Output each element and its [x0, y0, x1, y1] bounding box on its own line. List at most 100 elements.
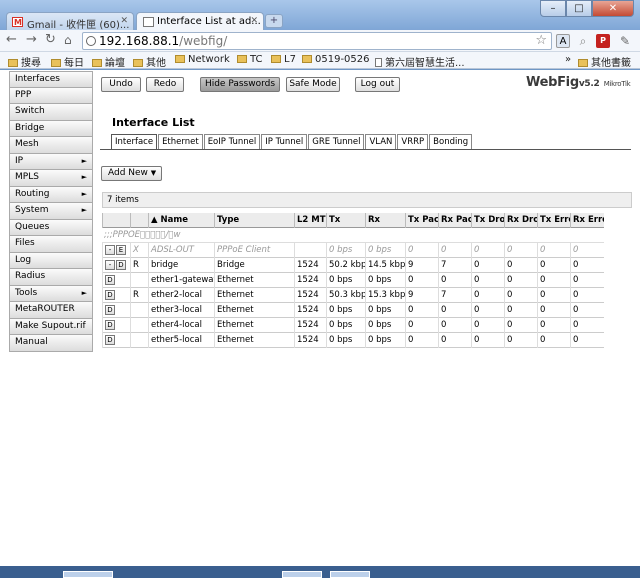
sidebar-item-files[interactable]: Files: [9, 236, 93, 253]
sidebar-item-mpls[interactable]: MPLS ►: [9, 170, 93, 187]
column-header-rx-drops-col[interactable]: Rx Dro: [504, 213, 537, 228]
address-bar[interactable]: 192.168.88.1/webfig/ ☆: [82, 32, 552, 50]
disable-button[interactable]: D: [105, 320, 115, 330]
tab-interface[interactable]: Interface: [111, 134, 158, 149]
forward-arrow-icon[interactable]: →: [26, 33, 37, 47]
arrow-right-icon: ►: [81, 206, 87, 214]
cell-name[interactable]: ether1-gateway: [148, 273, 214, 288]
sidebar-item-system[interactable]: System ►: [9, 203, 93, 220]
taskbar-item[interactable]: [63, 571, 113, 578]
column-header-tx-col[interactable]: Tx: [326, 213, 365, 228]
table-row[interactable]: Dether1-gateway Ethernet 1524 0 bps 0 bps 0 0 0…: [102, 273, 604, 288]
column-header-tx-drops-col[interactable]: Tx Dro: [471, 213, 504, 228]
disable-button[interactable]: D: [105, 275, 115, 285]
back-arrow-icon[interactable]: ←: [6, 33, 17, 47]
sidebar-item-manual[interactable]: Manual: [9, 335, 93, 352]
table-row[interactable]: - D Rbridge Bridge 1524 50.2 kbp 14.5 kbp 9 7 0 0 0…: [102, 258, 604, 273]
add-new-button[interactable]: Add New ▼: [101, 166, 162, 181]
tab-bonding[interactable]: Bonding: [429, 134, 473, 149]
sidebar-item-radius[interactable]: Radius: [9, 269, 93, 286]
new-tab-button[interactable]: +: [265, 14, 283, 28]
column-header-tx-packets-col[interactable]: Tx Pac: [405, 213, 438, 228]
redo-button[interactable]: Redo: [146, 77, 184, 92]
sidebar-item-bridge[interactable]: Bridge: [9, 120, 93, 137]
table-row[interactable]: Dether3-local Ethernet 1524 0 bps 0 bps 0 0 0 0 0…: [102, 303, 604, 318]
taskbar-item[interactable]: [330, 571, 370, 578]
disable-button[interactable]: D: [116, 260, 126, 270]
tab-eoip-tunnel[interactable]: EoIP Tunnel: [203, 134, 261, 149]
tab-ip-tunnel[interactable]: IP Tunnel: [261, 134, 308, 149]
sidebar-item-queues[interactable]: Queues: [9, 219, 93, 236]
column-header-btn-col[interactable]: [102, 213, 130, 228]
bookmark-folder[interactable]: 每日: [51, 54, 84, 69]
hide-passwords-button[interactable]: Hide Passwords: [200, 77, 280, 92]
column-header-rx-packets-col[interactable]: Rx Pac: [438, 213, 471, 228]
tab-gre-tunnel[interactable]: GRE Tunnel: [308, 134, 365, 149]
bookmarks-overflow[interactable]: »: [565, 54, 571, 65]
sidebar-item-metarouter[interactable]: MetaROUTER: [9, 302, 93, 319]
pdf-icon[interactable]: P: [596, 34, 610, 48]
column-header-rx-errors-col[interactable]: Rx Erro: [570, 213, 604, 228]
column-header-flag-col[interactable]: [130, 213, 148, 228]
bookmark-folder[interactable]: 論壇: [92, 54, 125, 69]
disable-button[interactable]: D: [105, 290, 115, 300]
bookmark-folder[interactable]: TC: [237, 54, 263, 65]
remove-button[interactable]: -: [105, 260, 115, 270]
bookmark-folder[interactable]: Network: [175, 54, 230, 65]
column-header-name-col[interactable]: ▲ Name: [148, 213, 214, 228]
tab-gmail[interactable]: M Gmail - 收件匣 (60)... ✕: [6, 12, 134, 31]
maximize-button[interactable]: □: [566, 0, 592, 17]
tab-interface-list[interactable]: Interface List at ad... ✕: [136, 12, 264, 31]
column-header-mtu-col[interactable]: L2 MTU: [294, 213, 326, 228]
remove-button[interactable]: -: [105, 245, 115, 255]
table-row[interactable]: Dether5-local Ethernet 1524 0 bps 0 bps 0 0 0 0 0…: [102, 333, 604, 348]
cell-name[interactable]: ether3-local: [148, 303, 214, 318]
table-row[interactable]: Dether4-local Ethernet 1524 0 bps 0 bps 0 0 0 0 0…: [102, 318, 604, 333]
close-icon[interactable]: ✕: [120, 16, 128, 26]
table-row[interactable]: D Rether2-local Ethernet 1524 50.3 kbp 15.3 k…: [102, 288, 604, 303]
sidebar-item-tools[interactable]: Tools ►: [9, 285, 93, 302]
column-header-tx-errors-col[interactable]: Tx Erro: [537, 213, 570, 228]
column-header-type-col[interactable]: Type: [214, 213, 294, 228]
tab-ethernet[interactable]: Ethernet: [158, 134, 203, 149]
reload-icon[interactable]: ↻: [45, 33, 56, 47]
undo-button[interactable]: Undo: [101, 77, 141, 92]
bookmark-folder[interactable]: 搜尋: [8, 54, 41, 69]
bookmark-folder[interactable]: 其他: [133, 54, 166, 69]
bookmark-folder[interactable]: 0519-0526: [302, 54, 370, 65]
cell-name[interactable]: ether5-local: [148, 333, 214, 348]
sidebar-item-routing[interactable]: Routing ►: [9, 186, 93, 203]
close-icon[interactable]: ✕: [250, 16, 258, 26]
tab-vlan[interactable]: VLAN: [365, 134, 397, 149]
cell-name[interactable]: ADSL-OUT: [148, 243, 214, 258]
cell-name[interactable]: ether4-local: [148, 318, 214, 333]
other-bookmarks[interactable]: 其他書籤: [578, 54, 631, 69]
window-close-button[interactable]: ✕: [592, 0, 634, 17]
sidebar-item-switch[interactable]: Switch: [9, 104, 93, 121]
cell-name[interactable]: ether2-local: [148, 288, 214, 303]
minimize-button[interactable]: –: [540, 0, 566, 17]
sidebar-item-log[interactable]: Log: [9, 252, 93, 269]
bookmark-page[interactable]: 第六屆智慧生活...: [375, 54, 465, 69]
enable-button[interactable]: E: [116, 245, 126, 255]
disable-button[interactable]: D: [105, 335, 115, 345]
logout-button[interactable]: Log out: [355, 77, 400, 92]
safe-mode-button[interactable]: Safe Mode: [286, 77, 340, 92]
column-header-rx-col[interactable]: Rx: [365, 213, 405, 228]
tab-vrrp[interactable]: VRRP: [397, 134, 429, 149]
sidebar-item-mesh[interactable]: Mesh: [9, 137, 93, 154]
sidebar-item-ppp[interactable]: PPP: [9, 87, 93, 104]
sidebar-item-make-supout[interactable]: Make Supout.rif: [9, 318, 93, 335]
translate-icon[interactable]: A: [556, 34, 570, 48]
search-icon[interactable]: ⌕: [576, 34, 590, 48]
star-icon[interactable]: ☆: [535, 33, 547, 49]
cell-name[interactable]: bridge: [148, 258, 214, 273]
bookmark-folder[interactable]: L7: [271, 54, 296, 65]
table-row[interactable]: - E X ADSL-OUT PPPoE Client 0 bps 0 bps 0 0 0 0 0 0: [102, 243, 604, 258]
disable-button[interactable]: D: [105, 305, 115, 315]
sidebar-item-interfaces[interactable]: Interfaces: [9, 71, 93, 88]
sidebar-item-ip[interactable]: IP ►: [9, 153, 93, 170]
taskbar-item[interactable]: [282, 571, 322, 578]
home-icon[interactable]: ⌂: [64, 33, 72, 47]
wrench-icon[interactable]: ✎: [618, 34, 632, 48]
